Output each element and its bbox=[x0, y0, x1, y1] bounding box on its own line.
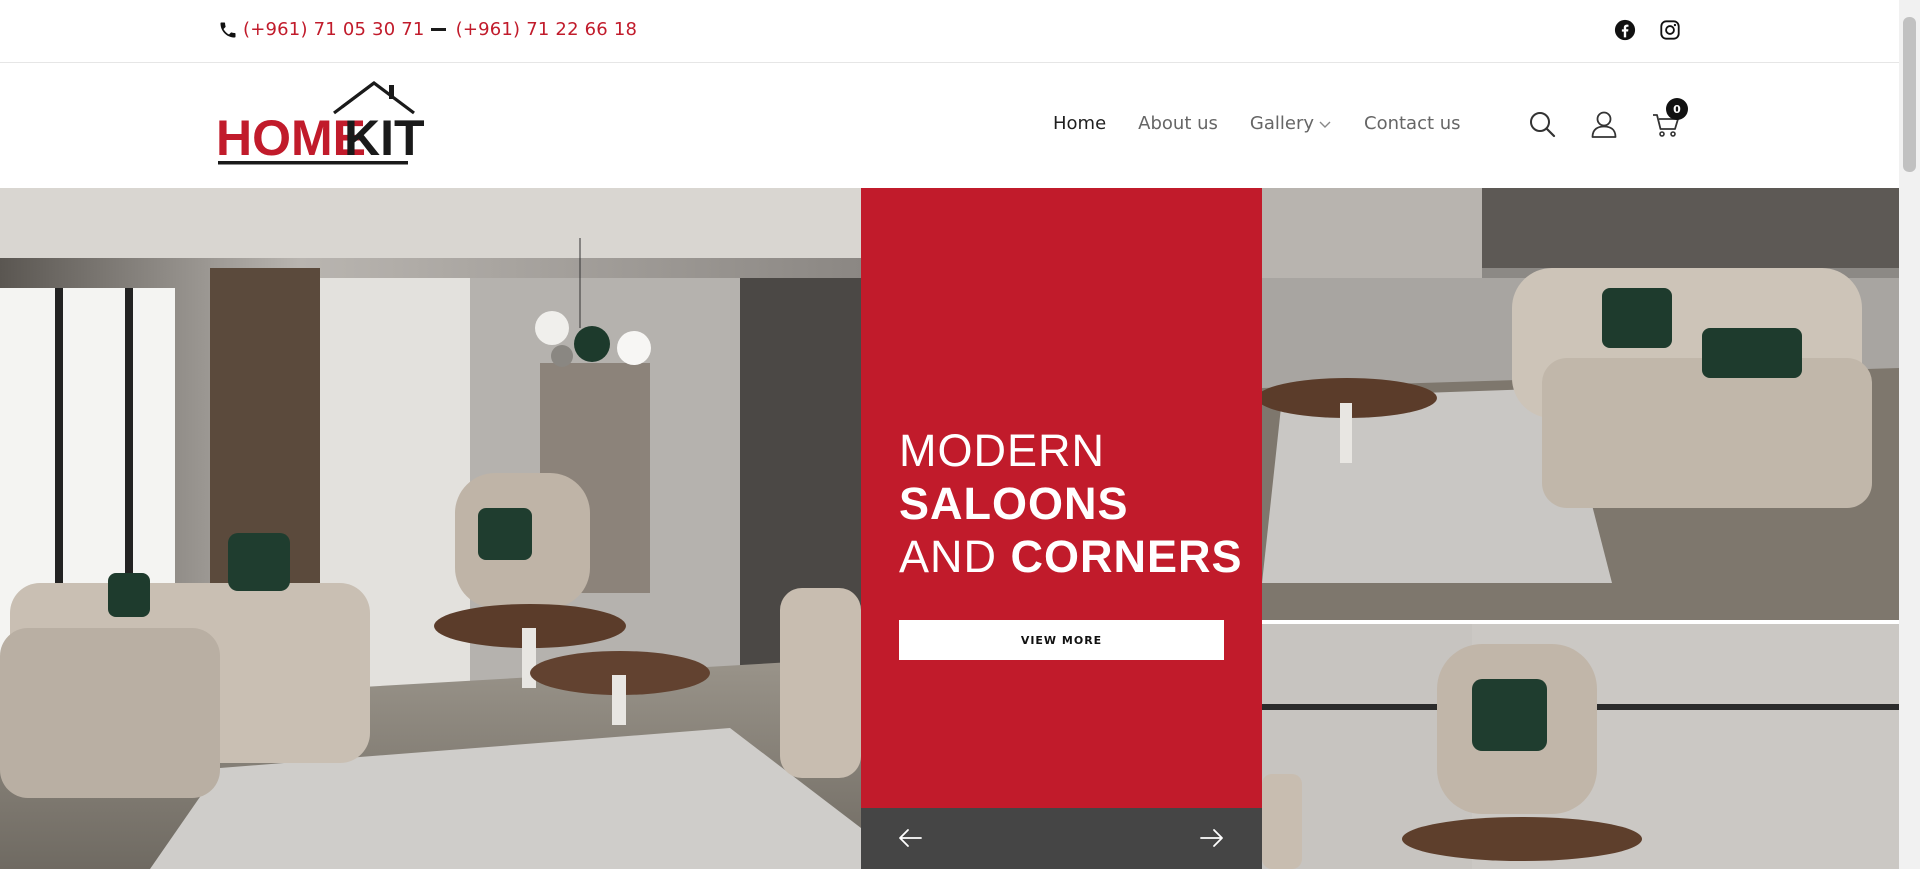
facebook-link[interactable] bbox=[1614, 19, 1636, 41]
nav-about-label: About us bbox=[1138, 113, 1218, 134]
logo-graphic: HOME KIT bbox=[216, 81, 425, 166]
cart-button[interactable]: 0 bbox=[1651, 98, 1688, 139]
hero-slider: MODERN SALOONS AND CORNERS VIEW MORE bbox=[0, 188, 1899, 869]
user-icon bbox=[1591, 111, 1617, 138]
main-navigation: Home About us Gallery Contact us bbox=[1053, 113, 1493, 134]
hero-heading-line3-light: AND bbox=[899, 531, 998, 582]
nav-contact-us[interactable]: Contact us bbox=[1364, 113, 1461, 134]
hero-heading-line2: SALOONS bbox=[899, 478, 1129, 529]
cart-count-badge: 0 bbox=[1666, 98, 1688, 120]
nav-contact-label: Contact us bbox=[1364, 113, 1461, 134]
view-more-button[interactable]: VIEW MORE bbox=[899, 620, 1224, 660]
nav-gallery-label: Gallery bbox=[1249, 113, 1314, 134]
page-scrollbar[interactable] bbox=[1899, 0, 1920, 869]
phone-number-1[interactable]: (+961) 71 05 30 71 bbox=[243, 19, 425, 40]
contact-phones: (+961) 71 05 30 71 (+961) 71 22 66 18 bbox=[218, 19, 637, 40]
phone-number-2[interactable]: (+961) 71 22 66 18 bbox=[456, 19, 638, 40]
homekit-logo[interactable]: HOME KIT bbox=[216, 79, 425, 169]
search-icon bbox=[1530, 112, 1556, 138]
logo-text-kit: KIT bbox=[344, 110, 425, 166]
top-bar: (+961) 71 05 30 71 (+961) 71 22 66 18 bbox=[0, 0, 1899, 63]
hero-promo-panel: MODERN SALOONS AND CORNERS VIEW MORE bbox=[861, 188, 1262, 869]
hero-heading-line1: MODERN bbox=[899, 425, 1105, 476]
nav-home[interactable]: Home bbox=[1053, 113, 1106, 134]
instagram-icon bbox=[1660, 20, 1680, 40]
scrollbar-thumb[interactable] bbox=[1903, 17, 1916, 172]
nav-gallery[interactable]: Gallery bbox=[1250, 113, 1332, 134]
phone-separator bbox=[430, 28, 446, 31]
hero-heading: MODERN SALOONS AND CORNERS bbox=[899, 424, 1243, 583]
account-button[interactable] bbox=[1589, 109, 1619, 139]
nav-about-us[interactable]: About us bbox=[1138, 113, 1218, 134]
nav-home-label: Home bbox=[1053, 113, 1107, 134]
main-header: HOME KIT Home About us Gallery Contact u… bbox=[0, 63, 1899, 188]
search-button[interactable] bbox=[1527, 109, 1557, 139]
header-actions: 0 bbox=[1527, 98, 1688, 139]
hero-heading-line3: AND CORNERS bbox=[899, 530, 1243, 583]
facebook-icon bbox=[1614, 19, 1636, 41]
arrow-right-icon[interactable] bbox=[1199, 826, 1225, 850]
hero-image-right-top bbox=[1262, 188, 1899, 620]
slider-controls bbox=[861, 808, 1262, 869]
instagram-link[interactable] bbox=[1659, 19, 1681, 41]
hero-heading-line3-bold: CORNERS bbox=[1010, 531, 1243, 582]
hero-image-right-bottom bbox=[1262, 624, 1899, 869]
arrow-left-icon[interactable] bbox=[897, 826, 923, 850]
chevron-down-icon bbox=[1319, 121, 1331, 128]
hero-image-left bbox=[0, 188, 861, 869]
phone-icon bbox=[220, 22, 236, 37]
